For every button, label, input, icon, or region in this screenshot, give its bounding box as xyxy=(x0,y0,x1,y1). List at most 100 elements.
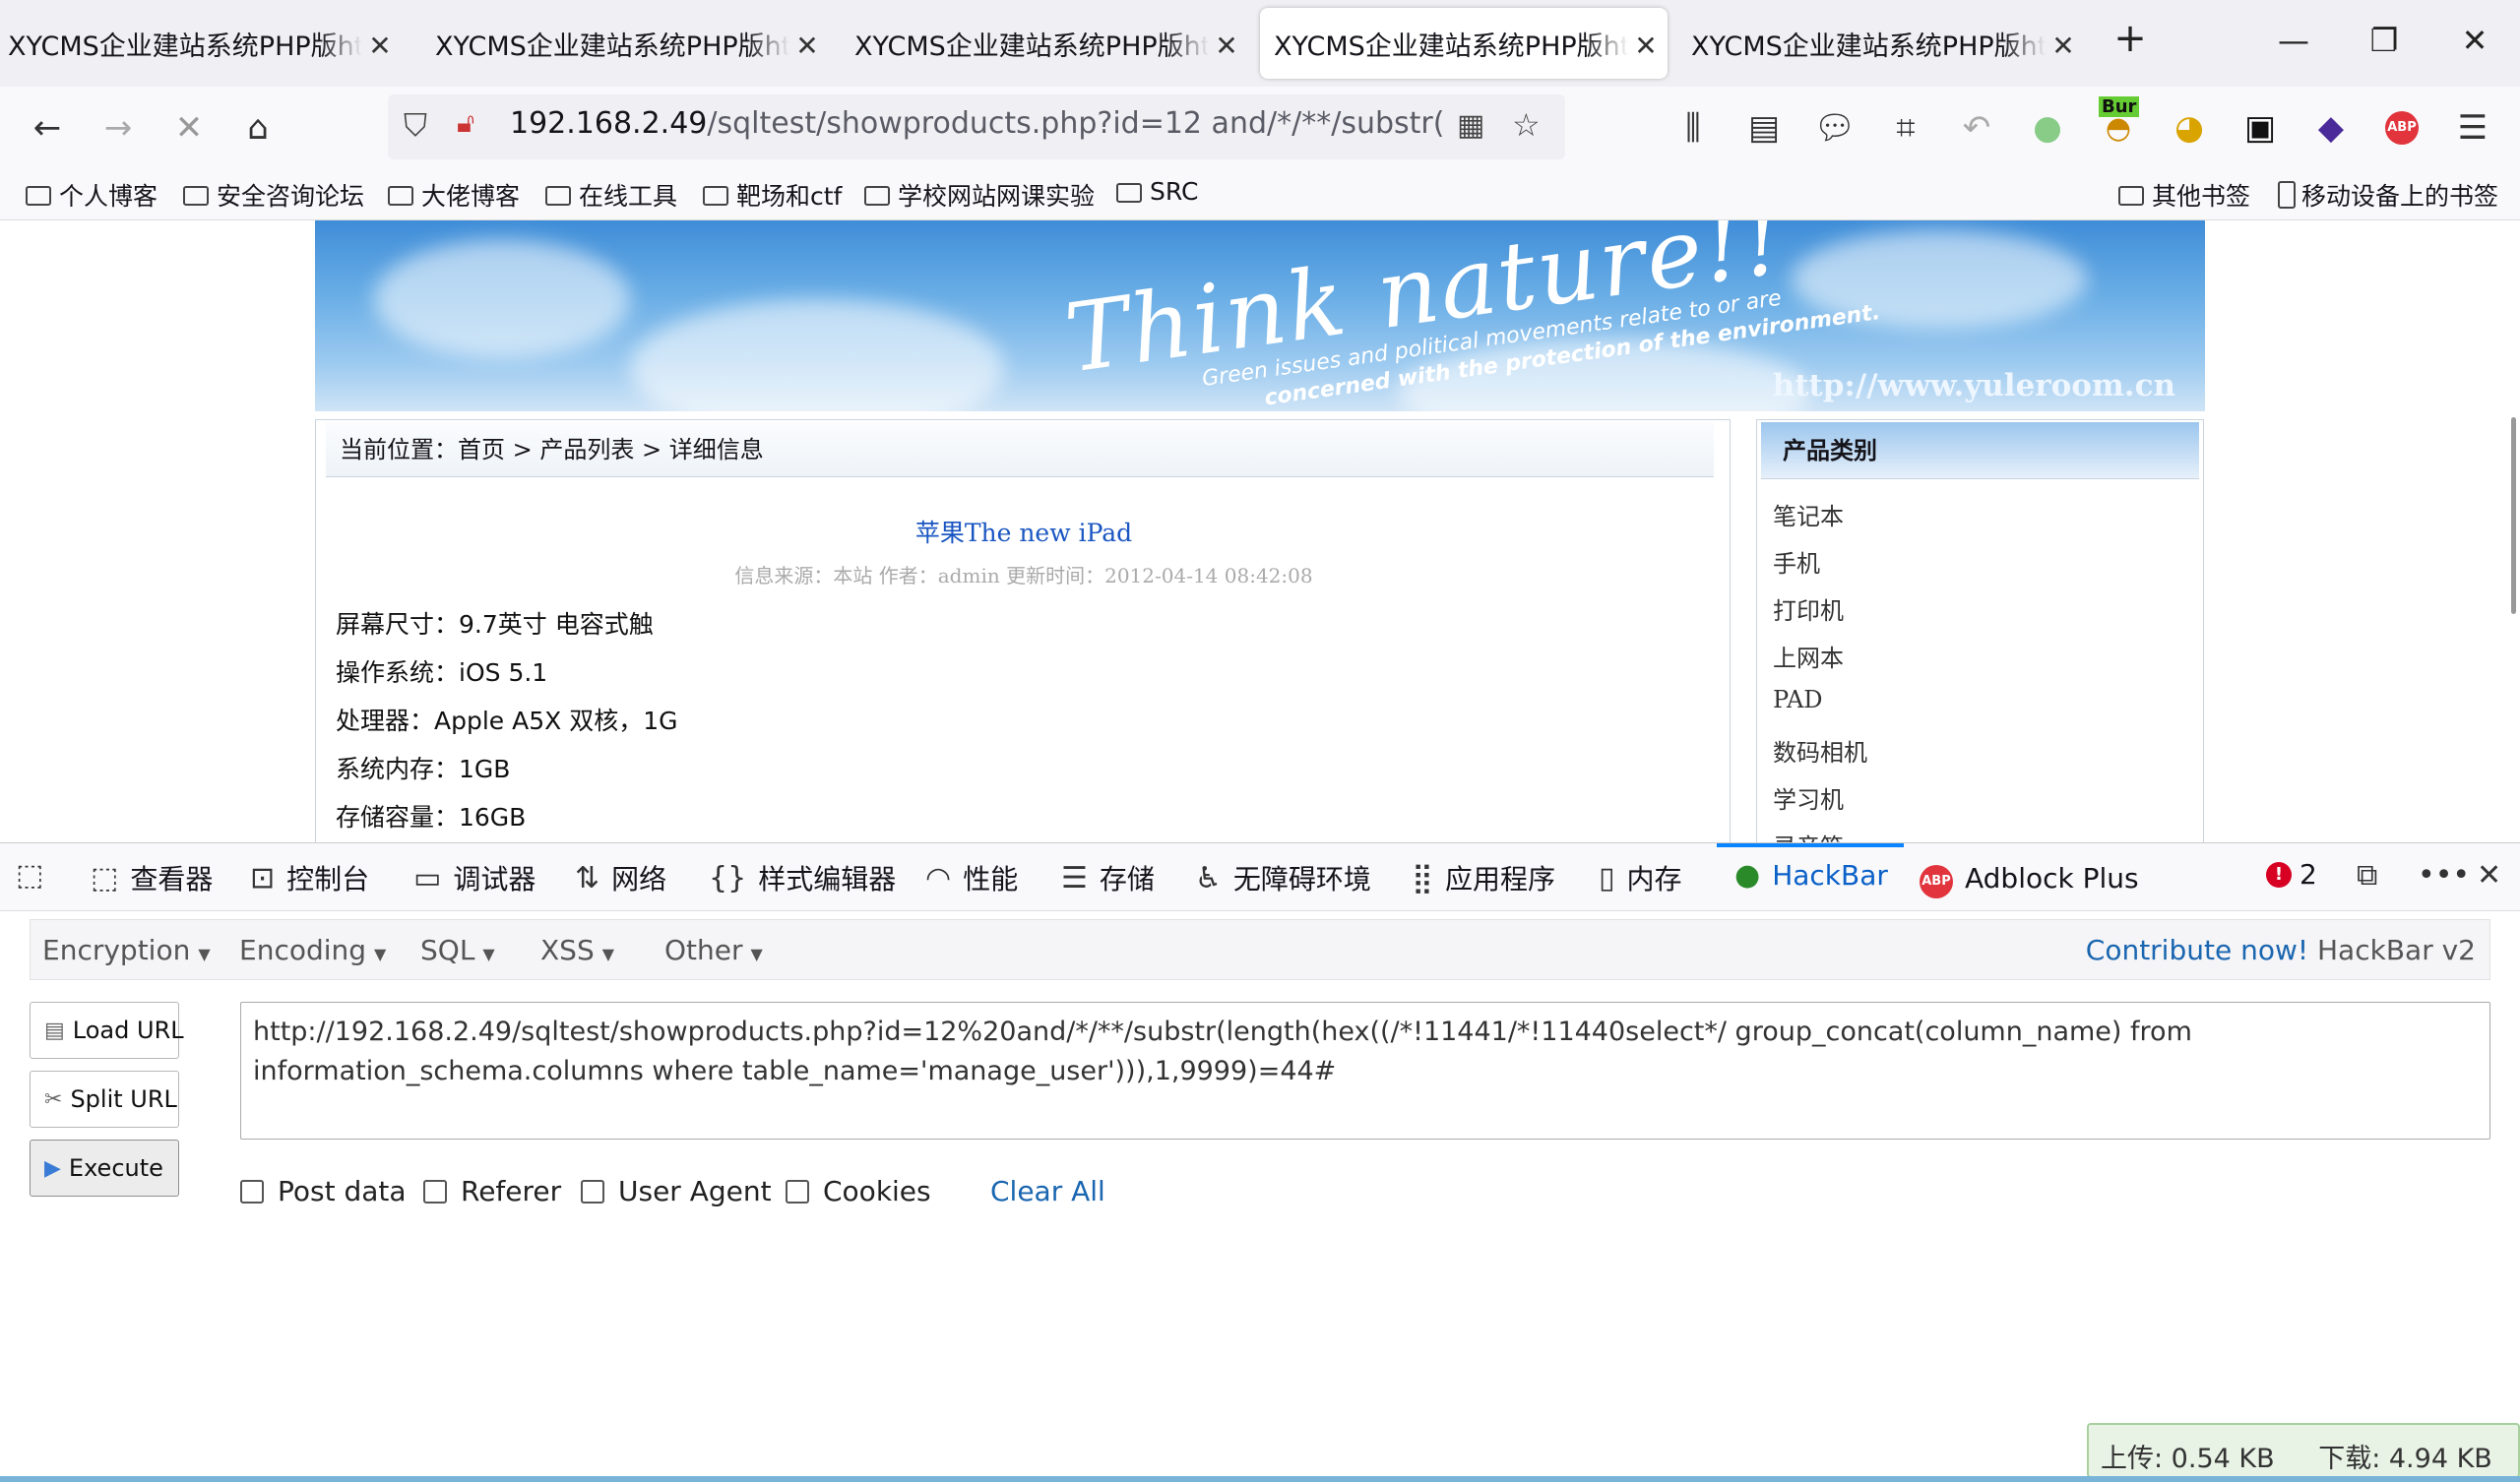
devtools-tab-console[interactable]: ⊡ 控制台 xyxy=(250,858,369,897)
address-bar[interactable]: ⛉ 🔓︎ 192.168.2.49/sqltest/showproducts.p… xyxy=(388,94,1565,159)
devtools-tab-inspector[interactable]: ⬚ 查看器 xyxy=(91,858,213,897)
proxy-extension-icon[interactable]: ◆ xyxy=(2307,104,2355,152)
checkbox-box[interactable] xyxy=(240,1179,264,1204)
clear-all-link[interactable]: Clear All xyxy=(990,1175,1105,1207)
menu-encoding[interactable]: Encoding ▼ xyxy=(239,934,386,966)
devtools-tab-accessibility[interactable]: ♿︎ 无障碍环境 xyxy=(1195,858,1371,897)
hackbar-url-input[interactable]: http://192.168.2.49/sqltest/showproducts… xyxy=(240,1002,2490,1140)
library-icon[interactable]: ⫼ xyxy=(1670,104,1717,152)
other-bookmarks-folder[interactable]: 其他书签 xyxy=(2118,177,2250,213)
close-tab-icon[interactable]: ✕ xyxy=(1213,30,1240,62)
burp-extension-icon[interactable]: Bur ◓ xyxy=(2095,96,2142,152)
bookmark-folder[interactable]: SRC xyxy=(1116,177,1198,206)
error-count-badge[interactable]: ! 2 xyxy=(2266,858,2317,891)
devtools-tab-adblock[interactable]: ABP Adblock Plus xyxy=(1920,858,2139,898)
checkbox-box[interactable] xyxy=(423,1179,447,1204)
insecure-lock-icon[interactable]: 🔓︎ xyxy=(457,106,474,140)
back-icon[interactable]: ← xyxy=(24,104,71,152)
bookmark-folder[interactable]: 个人博客 xyxy=(26,177,158,213)
devtools-tab-application[interactable]: ⣿ 应用程序 xyxy=(1412,858,1555,897)
menu-other[interactable]: Other ▼ xyxy=(664,934,763,966)
bookmark-star-icon[interactable]: ☆ xyxy=(1512,106,1541,144)
execute-button[interactable]: ▶ Execute xyxy=(30,1140,179,1197)
home-icon[interactable]: ⌂ xyxy=(234,104,282,152)
menu-sql[interactable]: SQL ▼ xyxy=(420,934,495,966)
close-tab-icon[interactable]: ✕ xyxy=(1632,30,1660,62)
bookmark-folder[interactable]: 学校网站网课实验 xyxy=(864,177,1095,213)
load-url-button[interactable]: ▤ Load URL xyxy=(30,1002,184,1059)
mobile-bookmarks-folder[interactable]: 移动设备上的书签 xyxy=(2278,177,2498,213)
category-link[interactable]: 上网本 xyxy=(1773,639,1844,673)
dark-mode-extension-icon[interactable]: ▣ xyxy=(2236,104,2284,152)
chat-icon[interactable]: 💬︎ xyxy=(1811,104,1858,152)
navigation-toolbar: ← → ✕ ⌂ ⛉ 🔓︎ 192.168.2.49/sqltest/showpr… xyxy=(0,87,2520,169)
console-icon: ⊡ xyxy=(250,860,276,895)
restore-icon[interactable]: ❐ xyxy=(2355,22,2414,59)
post-data-checkbox[interactable]: Post data xyxy=(240,1175,407,1207)
category-link[interactable]: 录音笔 xyxy=(1773,828,1844,842)
close-tab-icon[interactable]: ✕ xyxy=(2049,30,2077,62)
bookmark-folder[interactable]: 安全咨询论坛 xyxy=(183,177,364,213)
shield-icon[interactable]: ⛉ xyxy=(404,106,427,145)
devtools-tab-label: 内存 xyxy=(1626,863,1682,895)
hackbar-menu: Encryption ▼ Encoding ▼ SQL ▼ XSS ▼ Other ▼ C… xyxy=(30,919,2490,980)
devtools-tab-memory[interactable]: ▯ 内存 xyxy=(1599,858,1682,897)
devtools-tab-storage[interactable]: ☰ 存储 xyxy=(1061,858,1155,897)
status-dot-icon[interactable]: ● xyxy=(2024,104,2071,152)
error-icon: ! xyxy=(2266,861,2292,888)
category-link[interactable]: PAD xyxy=(1773,686,1823,713)
category-link[interactable]: 打印机 xyxy=(1773,591,1844,626)
menu-encryption[interactable]: Encryption ▼ xyxy=(42,934,211,966)
category-link[interactable]: 学习机 xyxy=(1773,780,1844,815)
page-scrollbar[interactable] xyxy=(2508,220,2520,842)
more-options-icon[interactable]: ••• xyxy=(2418,858,2482,893)
close-tab-icon[interactable]: ✕ xyxy=(366,30,394,62)
forward-icon[interactable]: → xyxy=(94,104,142,152)
user-agent-checkbox[interactable]: User Agent xyxy=(581,1175,772,1207)
bookmark-folder[interactable]: 大佬博客 xyxy=(388,177,520,213)
undo-icon[interactable]: ↶ xyxy=(1953,104,2000,152)
devtools-tab-network[interactable]: ⇅ 网络 xyxy=(575,858,666,897)
category-link[interactable]: 笔记本 xyxy=(1773,497,1844,531)
bookmark-label: 靶场和ctf xyxy=(736,182,843,211)
category-link[interactable]: 数码相机 xyxy=(1773,733,1867,768)
cookies-checkbox[interactable]: Cookies xyxy=(786,1175,931,1207)
bookmark-folder[interactable]: 靶场和ctf xyxy=(703,177,842,213)
scrollbar-thumb[interactable] xyxy=(2511,417,2516,614)
checkbox-box[interactable] xyxy=(786,1179,809,1204)
close-window-icon[interactable]: ✕ xyxy=(2445,22,2504,59)
crop-icon[interactable]: ⌗ xyxy=(1882,104,1929,152)
new-tab-button[interactable]: + xyxy=(2101,16,2160,61)
devtools-tab-style-editor[interactable]: {} 样式编辑器 xyxy=(709,858,896,897)
reader-view-icon[interactable]: ▤ xyxy=(1740,104,1788,152)
adblock-plus-icon[interactable]: ABP xyxy=(2378,104,2426,152)
folder-icon xyxy=(864,186,890,206)
qr-code-icon[interactable]: ▦ xyxy=(1457,108,1484,143)
close-devtools-icon[interactable]: ✕ xyxy=(2477,858,2513,893)
dock-side-icon[interactable]: ⧉ xyxy=(2357,858,2389,893)
minimize-icon[interactable]: — xyxy=(2264,22,2323,59)
stop-icon[interactable]: ✕ xyxy=(165,104,213,152)
menu-xss[interactable]: XSS ▼ xyxy=(540,934,614,966)
element-picker-icon[interactable]: ⬚ xyxy=(16,858,55,893)
address-text[interactable]: 192.168.2.49/sqltest/showproducts.php?id… xyxy=(510,106,1445,141)
caret-down-icon: ▼ xyxy=(374,945,387,963)
browser-tab[interactable]: XYCMS企业建站系统PHP版http:// ✕ xyxy=(8,8,402,79)
contribute-link[interactable]: Contribute now! xyxy=(2086,934,2308,966)
checkbox-box[interactable] xyxy=(581,1179,604,1204)
split-url-button[interactable]: ✂ Split URL xyxy=(30,1071,179,1128)
referer-checkbox[interactable]: Referer xyxy=(423,1175,561,1207)
browser-tab[interactable]: XYCMS企业建站系统PHP版http:// ✕ xyxy=(435,8,829,79)
menu-icon[interactable]: ☰ xyxy=(2449,104,2496,152)
close-tab-icon[interactable]: ✕ xyxy=(793,30,821,62)
browser-tab[interactable]: XYCMS企业建站系统PHP版http:// ✕ xyxy=(854,8,1248,79)
bookmark-folder[interactable]: 在线工具 xyxy=(545,177,677,213)
devtools-tab-debugger[interactable]: ▭ 调试器 xyxy=(413,858,536,897)
browser-tab-active[interactable]: XYCMS企业建站系统PHP版http:// ✕ xyxy=(1260,8,1668,79)
menu-label: Encoding xyxy=(239,934,367,966)
devtools-tab-hackbar[interactable]: ● HackBar xyxy=(1734,858,1888,893)
devtools-tab-performance[interactable]: ◠ 性能 xyxy=(925,858,1018,897)
palette-extension-icon[interactable]: ◕ xyxy=(2166,104,2213,152)
browser-tab[interactable]: XYCMS企业建站系统PHP版http:// ✕ xyxy=(1691,8,2085,79)
category-link[interactable]: 手机 xyxy=(1773,544,1820,579)
